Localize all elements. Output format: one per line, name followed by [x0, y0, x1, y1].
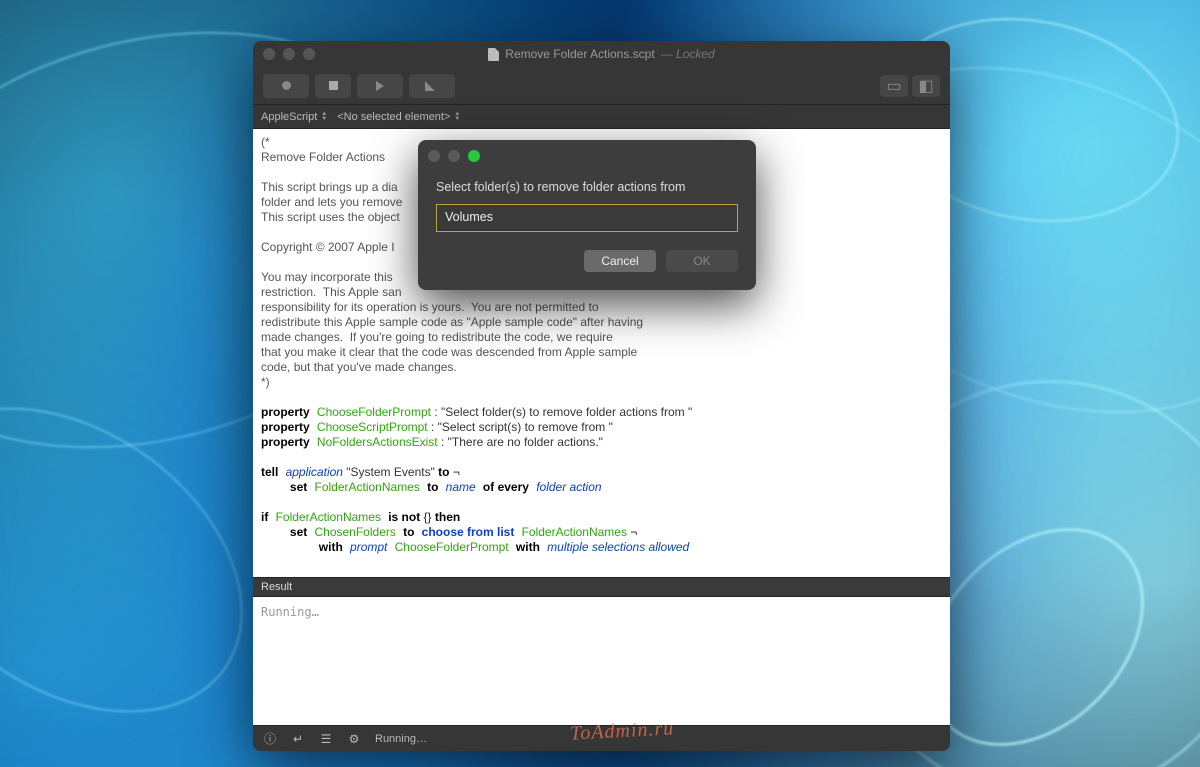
- result-body: Running…: [253, 597, 950, 725]
- cancel-button[interactable]: Cancel: [584, 250, 656, 272]
- status-text: Running…: [375, 733, 427, 745]
- navigation-bar: AppleScript ▲▼ <No selected element> ▲▼: [253, 105, 950, 129]
- dialog-prompt: Select folder(s) to remove folder action…: [436, 180, 738, 194]
- list-icon[interactable]: ☰: [319, 732, 333, 746]
- language-dropdown[interactable]: AppleScript ▲▼: [261, 111, 327, 123]
- updown-icon: ▲▼: [454, 112, 460, 122]
- result-header[interactable]: Result: [253, 577, 950, 597]
- return-icon[interactable]: ↵: [291, 732, 305, 746]
- language-label: AppleScript: [261, 111, 317, 123]
- titlebar[interactable]: Remove Folder Actions.scpt — Locked: [253, 41, 950, 67]
- ok-button[interactable]: OK: [666, 250, 738, 272]
- gear-icon[interactable]: ⚙: [347, 732, 361, 746]
- dialog-zoom-icon[interactable]: [468, 150, 480, 162]
- element-dropdown[interactable]: <No selected element> ▲▼: [337, 111, 460, 123]
- dialog-minimize-icon[interactable]: [448, 150, 460, 162]
- record-button[interactable]: [263, 74, 309, 98]
- stop-button[interactable]: [315, 74, 351, 98]
- filename-label: Remove Folder Actions.scpt: [505, 47, 654, 61]
- dialog-listbox[interactable]: Volumes: [436, 204, 738, 232]
- list-item[interactable]: Volumes: [437, 205, 737, 229]
- document-icon: [488, 48, 499, 61]
- choose-folder-dialog: Select folder(s) to remove folder action…: [418, 140, 756, 290]
- run-button[interactable]: [357, 74, 403, 98]
- window-title: Remove Folder Actions.scpt — Locked: [253, 47, 950, 61]
- view-mode-b-button[interactable]: ◧: [912, 75, 940, 97]
- info-icon[interactable]: ⓘ: [263, 732, 277, 746]
- compile-button[interactable]: [409, 74, 455, 98]
- dialog-close-icon[interactable]: [428, 150, 440, 162]
- element-label: <No selected element>: [337, 111, 450, 123]
- toolbar: ▭ ◧: [253, 67, 950, 105]
- view-mode-a-button[interactable]: ▭: [880, 75, 908, 97]
- updown-icon: ▲▼: [321, 112, 327, 122]
- locked-label: — Locked: [661, 47, 715, 61]
